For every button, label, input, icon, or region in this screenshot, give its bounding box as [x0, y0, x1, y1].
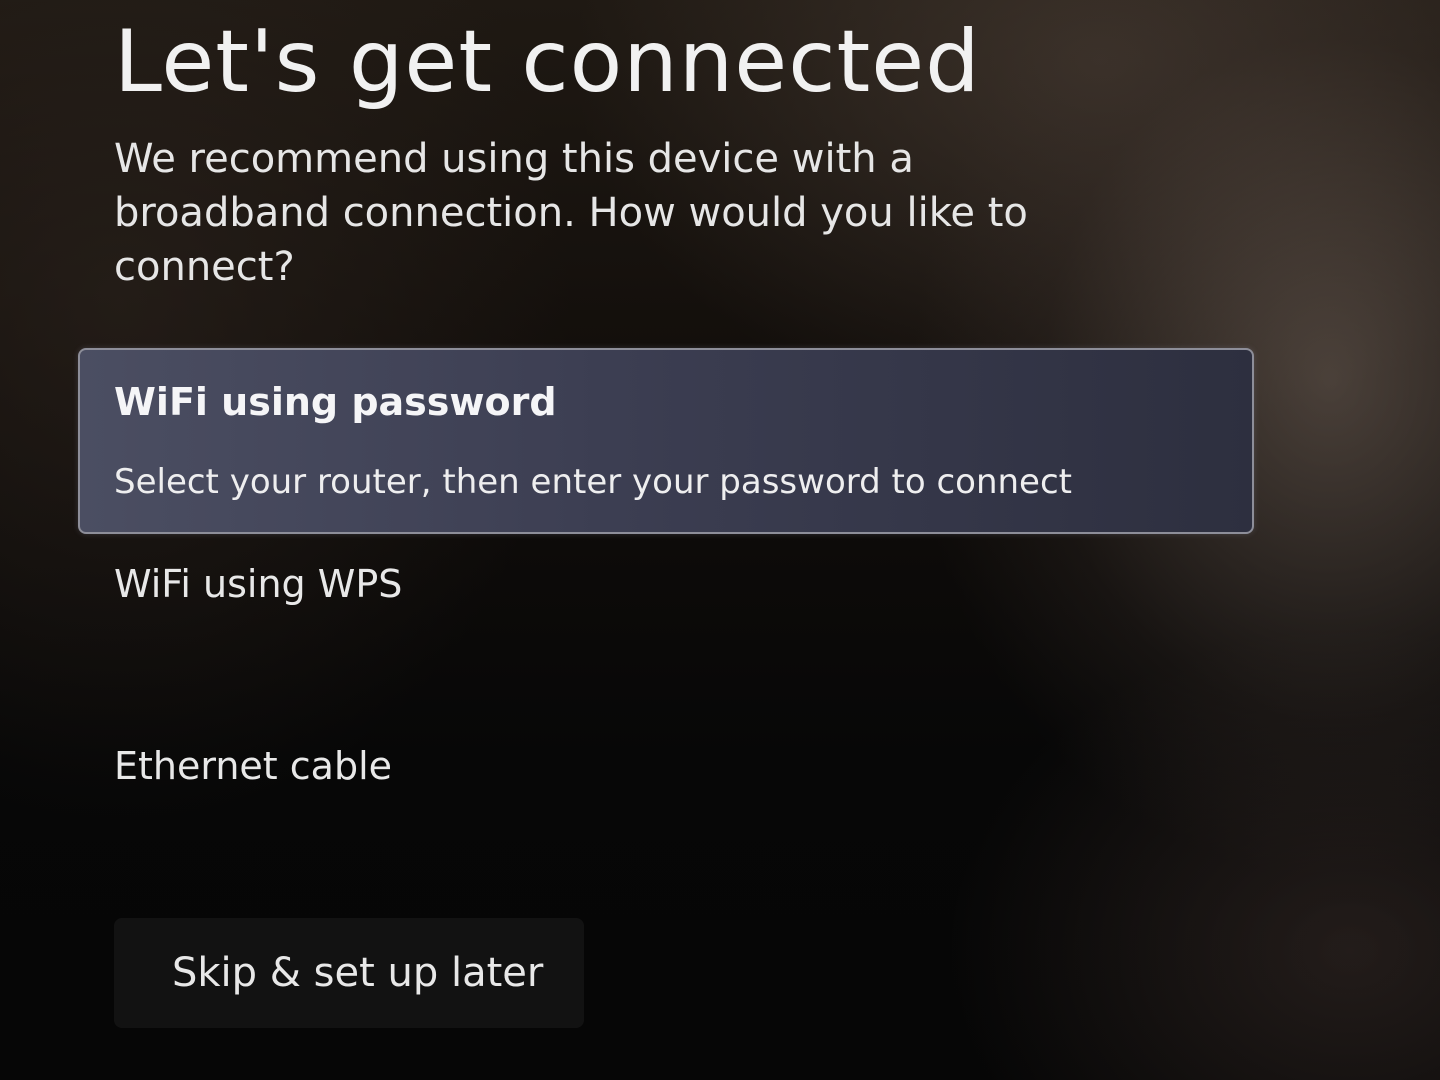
skip-button-label: Skip & set up later — [172, 950, 544, 996]
option-wifi-password-label: WiFi using password — [114, 380, 557, 424]
page-title: Let's get connected — [114, 12, 981, 112]
page-subtitle: We recommend using this device with a br… — [114, 136, 1028, 290]
option-wifi-wps[interactable]: WiFi using WPS — [114, 562, 402, 606]
option-ethernet-cable[interactable]: Ethernet cable — [114, 744, 392, 788]
skip-button[interactable]: Skip & set up later — [114, 918, 584, 1028]
setup-screen: Let's get connected We recommend using t… — [0, 0, 1440, 1080]
option-wifi-password-description: Select your router, then enter your pass… — [114, 462, 1072, 502]
option-wifi-password[interactable]: WiFi using password Select your router, … — [78, 348, 1254, 534]
